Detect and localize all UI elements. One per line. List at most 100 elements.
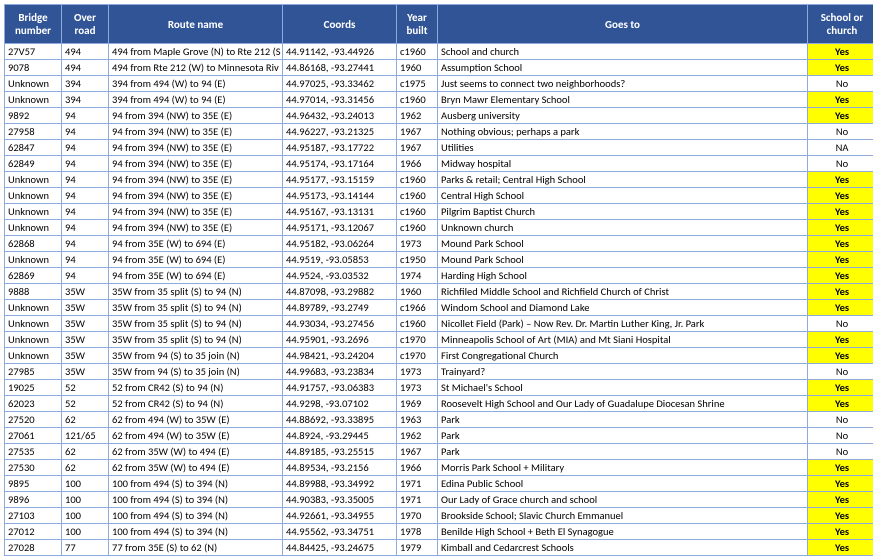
cell-route: 35W from 94 (S) to 35 join (N) bbox=[109, 348, 283, 364]
cell-goes: Nicollet Field (Park) – Now Rev. Dr. Mar… bbox=[438, 316, 808, 332]
cell-year: c1950 bbox=[397, 252, 438, 268]
cell-over: 35W bbox=[62, 364, 109, 380]
cell-school: Yes bbox=[808, 188, 873, 204]
cell-coords: 44.89988, -93.34992 bbox=[283, 476, 397, 492]
cell-goes: Our Lady of Grace church and school bbox=[438, 492, 808, 508]
cell-goes: Kimball and Cedarcrest Schools bbox=[438, 540, 808, 556]
table-row: Unknown9494 from 394 (NW) to 35E (E)44.9… bbox=[5, 220, 873, 236]
cell-school: Yes bbox=[808, 508, 873, 524]
cell-school: No bbox=[808, 316, 873, 332]
cell-goes: Pilgrim Baptist Church bbox=[438, 204, 808, 220]
cell-bridge: 9078 bbox=[5, 60, 62, 76]
table-row: Unknown35W35W from 94 (S) to 35 join (N)… bbox=[5, 348, 873, 364]
cell-route: 100 from 494 (S) to 394 (N) bbox=[109, 492, 283, 508]
cell-goes: Morris Park School + Military bbox=[438, 460, 808, 476]
cell-year: 1966 bbox=[397, 460, 438, 476]
cell-goes: Mound Park School bbox=[438, 252, 808, 268]
cell-goes: First Congregational Church bbox=[438, 348, 808, 364]
header-row: Bridge number Over road Route name Coord… bbox=[5, 5, 873, 44]
cell-year: 1967 bbox=[397, 124, 438, 140]
cell-over: 52 bbox=[62, 396, 109, 412]
cell-school: Yes bbox=[808, 300, 873, 316]
cell-school: Yes bbox=[808, 220, 873, 236]
cell-school: Yes bbox=[808, 284, 873, 300]
cell-goes: Park bbox=[438, 444, 808, 460]
cell-goes: Brookside School; Slavic Church Emmanuel bbox=[438, 508, 808, 524]
table-row: Unknown35W35W from 35 split (S) to 94 (N… bbox=[5, 332, 873, 348]
table-row: 279589494 from 394 (NW) to 35E (E)44.962… bbox=[5, 124, 873, 140]
cell-school: No bbox=[808, 364, 873, 380]
cell-bridge: 27520 bbox=[5, 412, 62, 428]
cell-year: 1973 bbox=[397, 236, 438, 252]
cell-route: 100 from 494 (S) to 394 (N) bbox=[109, 524, 283, 540]
table-row: 275206262 from 494 (W) to 35W (E)44.8869… bbox=[5, 412, 873, 428]
cell-coords: 44.9524, -93.03532 bbox=[283, 268, 397, 284]
cell-bridge: 27103 bbox=[5, 508, 62, 524]
cell-bridge: 9892 bbox=[5, 108, 62, 124]
cell-route: 62 from 494 (W) to 35W (E) bbox=[109, 428, 283, 444]
cell-route: 62 from 35W (W) to 494 (E) bbox=[109, 460, 283, 476]
cell-coords: 44.89534, -93.2156 bbox=[283, 460, 397, 476]
cell-coords: 44.91142, -93.44926 bbox=[283, 44, 397, 60]
cell-bridge: 27530 bbox=[5, 460, 62, 476]
cell-coords: 44.93034, -93.27456 bbox=[283, 316, 397, 332]
cell-school: Yes bbox=[808, 108, 873, 124]
cell-bridge: 9896 bbox=[5, 492, 62, 508]
cell-over: 94 bbox=[62, 188, 109, 204]
cell-route: 35W from 94 (S) to 35 join (N) bbox=[109, 364, 283, 380]
cell-bridge: 62869 bbox=[5, 268, 62, 284]
cell-goes: Richfiled Middle School and Richfield Ch… bbox=[438, 284, 808, 300]
table-row: Unknown35W35W from 35 split (S) to 94 (N… bbox=[5, 316, 873, 332]
cell-route: 94 from 394 (NW) to 35E (E) bbox=[109, 156, 283, 172]
cell-bridge: 27958 bbox=[5, 124, 62, 140]
cell-year: c1960 bbox=[397, 172, 438, 188]
table-row: Unknown35W35W from 35 split (S) to 94 (N… bbox=[5, 300, 873, 316]
cell-goes: Utilities bbox=[438, 140, 808, 156]
table-row: Unknown394394 from 494 (W) to 94 (E)44.9… bbox=[5, 92, 873, 108]
cell-school: Yes bbox=[808, 204, 873, 220]
cell-coords: 44.9298, -93.07102 bbox=[283, 396, 397, 412]
cell-route: 94 from 394 (NW) to 35E (E) bbox=[109, 140, 283, 156]
cell-school: Yes bbox=[808, 396, 873, 412]
cell-bridge: Unknown bbox=[5, 220, 62, 236]
table-row: 27061121/6562 from 494 (W) to 35W (E)44.… bbox=[5, 428, 873, 444]
cell-route: 62 from 35W (W) to 494 (E) bbox=[109, 444, 283, 460]
header-coords: Coords bbox=[283, 5, 397, 44]
cell-school: Yes bbox=[808, 380, 873, 396]
cell-route: 94 from 35E (W) to 694 (E) bbox=[109, 268, 283, 284]
table-row: 275356262 from 35W (W) to 494 (E)44.8918… bbox=[5, 444, 873, 460]
cell-over: 94 bbox=[62, 124, 109, 140]
cell-year: 1978 bbox=[397, 524, 438, 540]
cell-route: 494 from Rte 212 (W) to Minnesota Riv bbox=[109, 60, 283, 76]
cell-goes: Harding High School bbox=[438, 268, 808, 284]
cell-route: 35W from 35 split (S) to 94 (N) bbox=[109, 284, 283, 300]
bridges-table: Bridge number Over road Route name Coord… bbox=[4, 4, 873, 556]
cell-over: 121/65 bbox=[62, 428, 109, 444]
cell-over: 94 bbox=[62, 140, 109, 156]
header-goes: Goes to bbox=[438, 5, 808, 44]
cell-goes: Midway hospital bbox=[438, 156, 808, 172]
cell-school: Yes bbox=[808, 492, 873, 508]
cell-over: 94 bbox=[62, 172, 109, 188]
cell-goes: Nothing obvious; perhaps a park bbox=[438, 124, 808, 140]
cell-over: 100 bbox=[62, 524, 109, 540]
cell-bridge: Unknown bbox=[5, 92, 62, 108]
cell-goes: Minneapolis School of Art (MIA) and Mt S… bbox=[438, 332, 808, 348]
cell-year: 1967 bbox=[397, 140, 438, 156]
cell-over: 52 bbox=[62, 380, 109, 396]
cell-over: 100 bbox=[62, 492, 109, 508]
cell-coords: 44.99683, -93.23834 bbox=[283, 364, 397, 380]
cell-bridge: Unknown bbox=[5, 348, 62, 364]
table-row: Unknown9494 from 394 (NW) to 35E (E)44.9… bbox=[5, 172, 873, 188]
cell-year: 1969 bbox=[397, 396, 438, 412]
cell-bridge: 27V57 bbox=[5, 44, 62, 60]
cell-year: c1975 bbox=[397, 76, 438, 92]
cell-over: 394 bbox=[62, 76, 109, 92]
cell-route: 94 from 35E (W) to 694 (E) bbox=[109, 236, 283, 252]
cell-coords: 44.90383, -93.35005 bbox=[283, 492, 397, 508]
cell-year: 1963 bbox=[397, 412, 438, 428]
header-school: School or church bbox=[808, 5, 873, 44]
cell-bridge: 27535 bbox=[5, 444, 62, 460]
header-over: Over road bbox=[62, 5, 109, 44]
cell-coords: 44.95167, -93.13131 bbox=[283, 204, 397, 220]
